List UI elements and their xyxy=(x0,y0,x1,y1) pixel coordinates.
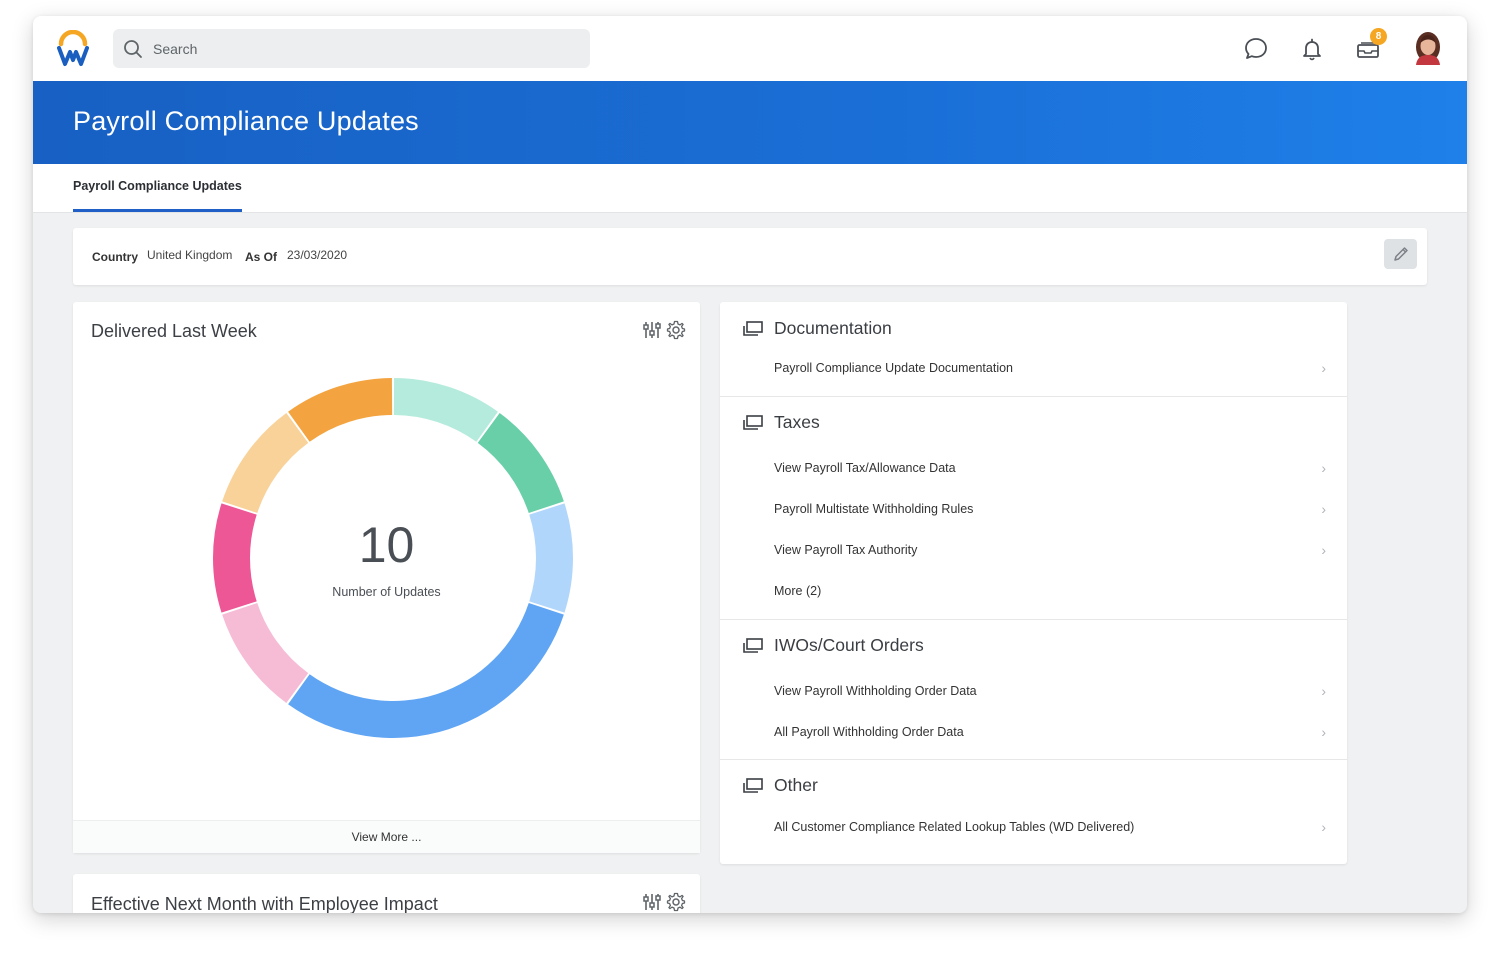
page-header-banner: Payroll Compliance Updates xyxy=(33,81,1467,164)
chevron-right-icon: › xyxy=(1321,542,1326,558)
donut-segment-0[interactable] xyxy=(393,378,498,442)
search-icon xyxy=(124,39,142,58)
section-taxes: Taxes View Payroll Tax/Allowance Data › P… xyxy=(720,396,1347,620)
chevron-right-icon: › xyxy=(1321,501,1326,517)
card-title: Effective Next Month with Employee Impac… xyxy=(91,894,438,913)
gear-icon[interactable] xyxy=(666,892,686,912)
bell-icon[interactable] xyxy=(1297,34,1327,64)
donut-center-label: Number of Updates xyxy=(332,585,441,599)
workday-logo-icon[interactable] xyxy=(57,29,89,68)
inbox-icon[interactable]: 8 xyxy=(1353,28,1387,64)
search-box[interactable] xyxy=(113,29,590,68)
app-window: 8 Payroll Compliance Updates Payroll Com… xyxy=(33,16,1467,913)
worklet-icon xyxy=(743,414,763,430)
delivered-last-week-card: Delivered Last Week 10 Number of Updates… xyxy=(73,302,700,853)
link-payroll-compliance-update-documentation[interactable]: Payroll Compliance Update Documentation › xyxy=(774,357,1326,379)
section-iwos-court-orders: IWOs/Court Orders View Payroll Withholdi… xyxy=(720,619,1347,760)
link-label: Payroll Compliance Update Documentation xyxy=(774,361,1014,375)
card-title: Delivered Last Week xyxy=(91,321,257,341)
filter-sliders-icon[interactable] xyxy=(642,320,662,340)
link-view-payroll-tax-authority[interactable]: View Payroll Tax Authority › xyxy=(774,539,1326,561)
chevron-right-icon: › xyxy=(1321,360,1326,376)
donut-chart xyxy=(212,378,573,738)
link-label: More (2) xyxy=(774,584,822,598)
as-of-value: 23/03/2020 xyxy=(287,248,348,262)
pencil-icon xyxy=(1393,247,1408,261)
tab-payroll-compliance-updates[interactable]: Payroll Compliance Updates xyxy=(73,164,242,212)
effective-next-month-card: Effective Next Month with Employee Impac… xyxy=(73,874,700,913)
more-link[interactable]: More (2) xyxy=(774,580,1326,602)
chat-icon[interactable] xyxy=(1241,34,1271,64)
chevron-right-icon: › xyxy=(1321,724,1326,740)
section-other: Other All Customer Compliance Related Lo… xyxy=(720,759,1347,864)
link-payroll-multistate-withholding-rules[interactable]: Payroll Multistate Withholding Rules › xyxy=(774,498,1326,520)
section-documentation: Documentation Payroll Compliance Update … xyxy=(720,302,1347,397)
edit-prompts-button[interactable] xyxy=(1384,239,1417,269)
link-label: Payroll Multistate Withholding Rules xyxy=(774,502,974,516)
search-input[interactable] xyxy=(151,39,555,58)
chevron-right-icon: › xyxy=(1321,460,1326,476)
inbox-count-badge: 8 xyxy=(1370,28,1387,45)
country-label: Country xyxy=(92,250,138,264)
link-view-payroll-withholding-order-data[interactable]: View Payroll Withholding Order Data › xyxy=(774,680,1326,702)
section-title: Other xyxy=(774,775,818,795)
link-label: View Payroll Withholding Order Data xyxy=(774,684,977,698)
prompt-values-bar: Country United Kingdom As Of 23/03/2020 xyxy=(73,228,1427,285)
worklet-icon xyxy=(743,320,763,336)
country-value: United Kingdom xyxy=(147,248,233,262)
worklet-icon xyxy=(743,777,763,793)
link-all-customer-compliance-lookup-tables[interactable]: All Customer Compliance Related Lookup T… xyxy=(774,816,1326,838)
gear-icon[interactable] xyxy=(666,320,686,340)
donut-segment-4[interactable] xyxy=(222,603,309,703)
tab-bar: Payroll Compliance Updates xyxy=(33,164,1467,213)
link-label: View Payroll Tax/Allowance Data xyxy=(774,461,956,475)
link-view-payroll-tax-allowance-data[interactable]: View Payroll Tax/Allowance Data › xyxy=(774,457,1326,479)
section-title: Taxes xyxy=(774,412,820,432)
top-bar: 8 xyxy=(33,16,1467,81)
section-title: Documentation xyxy=(774,318,892,338)
donut-segment-6[interactable] xyxy=(222,413,309,513)
link-all-payroll-withholding-order-data[interactable]: All Payroll Withholding Order Data › xyxy=(774,721,1326,743)
donut-segment-7[interactable] xyxy=(288,378,393,442)
avatar[interactable] xyxy=(1412,31,1444,65)
link-label: All Payroll Withholding Order Data xyxy=(774,725,964,739)
link-label: View Payroll Tax Authority xyxy=(774,543,918,557)
section-title: IWOs/Court Orders xyxy=(774,635,924,655)
chevron-right-icon: › xyxy=(1321,683,1326,699)
page-title: Payroll Compliance Updates xyxy=(73,106,419,136)
worklet-icon xyxy=(743,637,763,653)
link-label: All Customer Compliance Related Lookup T… xyxy=(774,820,1135,834)
as-of-label: As Of xyxy=(245,250,278,264)
related-actions-card: Documentation Payroll Compliance Update … xyxy=(720,302,1347,864)
filter-sliders-icon[interactable] xyxy=(642,892,662,912)
donut-segment-1[interactable] xyxy=(477,413,564,513)
chevron-right-icon: › xyxy=(1321,819,1326,835)
donut-total-value: 10 xyxy=(358,517,415,573)
donut-segment-3[interactable] xyxy=(288,603,564,738)
view-more-link[interactable]: View More ... xyxy=(73,820,700,853)
